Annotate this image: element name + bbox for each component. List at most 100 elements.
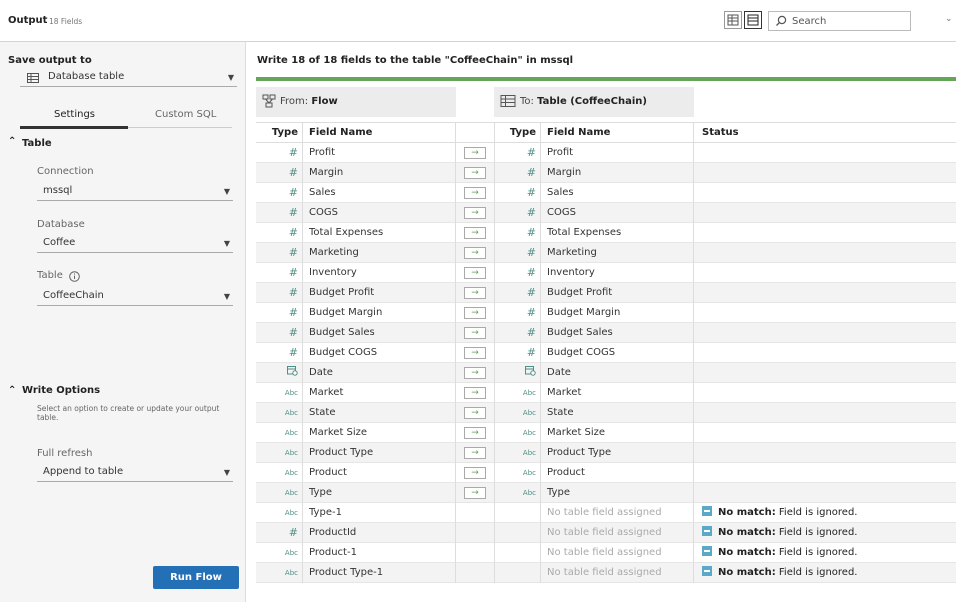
chevron-down-icon[interactable]: ⌄ bbox=[945, 14, 953, 24]
from-field-name[interactable]: Product bbox=[302, 463, 456, 483]
date-icon bbox=[525, 366, 536, 376]
table-row[interactable]: # ProductId No table field assigned No matc… bbox=[256, 523, 956, 543]
table-row[interactable]: Abc Type → Abc Type bbox=[256, 483, 956, 503]
from-field-name[interactable]: ProductId bbox=[302, 523, 456, 543]
unassigned-field[interactable]: No table field assigned bbox=[540, 543, 694, 563]
from-type-cell: Abc bbox=[256, 483, 302, 503]
tab-custom-sql[interactable]: Custom SQL bbox=[155, 109, 216, 120]
to-field-name[interactable]: Market Size bbox=[540, 423, 694, 443]
from-field-name[interactable]: Budget COGS bbox=[302, 343, 456, 363]
from-field-name[interactable]: Budget Profit bbox=[302, 283, 456, 303]
refresh-label: Full refresh bbox=[37, 448, 93, 459]
save-output-label: Save output to bbox=[8, 55, 92, 66]
from-field-name[interactable]: Market Size bbox=[302, 423, 456, 443]
connection-dropdown[interactable]: mssql ▼ bbox=[37, 181, 233, 201]
to-field-name[interactable]: Budget Margin bbox=[540, 303, 694, 323]
mapping-arrow-cell: → bbox=[456, 263, 494, 283]
to-field-name[interactable]: Inventory bbox=[540, 263, 694, 283]
table-row[interactable]: # COGS → # COGS bbox=[256, 203, 956, 223]
from-field-name[interactable]: Marketing bbox=[302, 243, 456, 263]
table-row[interactable]: # Marketing → # Marketing bbox=[256, 243, 956, 263]
table-dropdown[interactable]: CoffeeChain ▼ bbox=[37, 286, 233, 306]
unassigned-field[interactable]: No table field assigned bbox=[540, 523, 694, 543]
no-match-text: Field is ignored. bbox=[778, 527, 858, 538]
no-match-text: Field is ignored. bbox=[778, 567, 858, 578]
table-row[interactable]: Abc Product Type → Abc Product Type bbox=[256, 443, 956, 463]
from-field-name[interactable]: Market bbox=[302, 383, 456, 403]
table-row[interactable]: # Budget Profit → # Budget Profit bbox=[256, 283, 956, 303]
save-output-dropdown[interactable]: Database table ▼ bbox=[20, 67, 237, 87]
table-section-title[interactable]: Table bbox=[22, 138, 52, 149]
grid-view-button[interactable] bbox=[724, 11, 742, 29]
table-row[interactable]: # Budget Margin → # Budget Margin bbox=[256, 303, 956, 323]
table-row[interactable]: # Profit → # Profit bbox=[256, 143, 956, 163]
to-field-name[interactable]: Margin bbox=[540, 163, 694, 183]
mapping-arrow-cell: → bbox=[456, 163, 494, 183]
to-field-name[interactable]: Product bbox=[540, 463, 694, 483]
table-row[interactable]: Abc Type-1 No table field assigned No match… bbox=[256, 503, 956, 523]
table-row[interactable]: Abc Market → Abc Market bbox=[256, 383, 956, 403]
write-mode-dropdown[interactable]: Append to table ▼ bbox=[37, 462, 233, 482]
string-type-icon: Abc bbox=[522, 449, 536, 457]
table-row[interactable]: # Inventory → # Inventory bbox=[256, 263, 956, 283]
collapse-write-options-icon[interactable]: ⌃ bbox=[8, 385, 16, 396]
from-field-name[interactable]: Sales bbox=[302, 183, 456, 203]
to-field-name[interactable]: Total Expenses bbox=[540, 223, 694, 243]
from-field-name[interactable]: Margin bbox=[302, 163, 456, 183]
unassigned-field[interactable]: No table field assigned bbox=[540, 563, 694, 583]
to-field-name[interactable]: Product Type bbox=[540, 443, 694, 463]
from-field-name[interactable]: Budget Sales bbox=[302, 323, 456, 343]
from-type-cell: # bbox=[256, 523, 302, 543]
table-row[interactable]: Abc Product → Abc Product bbox=[256, 463, 956, 483]
mapping-arrow-cell: → bbox=[456, 343, 494, 363]
from-field-name[interactable]: COGS bbox=[302, 203, 456, 223]
run-flow-button[interactable]: Run Flow bbox=[153, 566, 239, 589]
write-options-title[interactable]: Write Options bbox=[22, 385, 100, 396]
from-field-name[interactable]: Type bbox=[302, 483, 456, 503]
table-row[interactable]: # Margin → # Margin bbox=[256, 163, 956, 183]
from-field-name[interactable]: State bbox=[302, 403, 456, 423]
table-row[interactable]: Abc Product-1 No table field assigned No ma… bbox=[256, 543, 956, 563]
table-row[interactable]: Abc Product Type-1 No table field assigned… bbox=[256, 563, 956, 583]
from-field-name[interactable]: Budget Margin bbox=[302, 303, 456, 323]
to-type-cell: Abc bbox=[494, 443, 540, 463]
tab-settings[interactable]: Settings bbox=[54, 109, 95, 120]
from-field-name[interactable]: Inventory bbox=[302, 263, 456, 283]
string-type-icon: Abc bbox=[284, 569, 298, 577]
to-field-name[interactable]: Budget Profit bbox=[540, 283, 694, 303]
database-dropdown[interactable]: Coffee ▼ bbox=[37, 233, 233, 253]
table-row[interactable]: # Sales → # Sales bbox=[256, 183, 956, 203]
unassigned-field[interactable]: No table field assigned bbox=[540, 503, 694, 523]
table-row[interactable]: # Total Expenses → # Total Expenses bbox=[256, 223, 956, 243]
from-field-name[interactable]: Profit bbox=[302, 143, 456, 163]
from-type-cell: # bbox=[256, 183, 302, 203]
to-field-name[interactable]: Type bbox=[540, 483, 694, 503]
to-field-name[interactable]: Budget Sales bbox=[540, 323, 694, 343]
to-field-name[interactable]: Budget COGS bbox=[540, 343, 694, 363]
table-row[interactable]: Abc Market Size → Abc Market Size bbox=[256, 423, 956, 443]
status-cell bbox=[694, 243, 956, 263]
to-field-name[interactable]: COGS bbox=[540, 203, 694, 223]
table-row[interactable]: Abc State → Abc State bbox=[256, 403, 956, 423]
table-row[interactable]: Date → Date bbox=[256, 363, 956, 383]
to-field-name[interactable]: Marketing bbox=[540, 243, 694, 263]
info-icon[interactable] bbox=[69, 271, 80, 282]
table-row[interactable]: # Budget COGS → # Budget COGS bbox=[256, 343, 956, 363]
to-field-name[interactable]: Sales bbox=[540, 183, 694, 203]
to-field-name[interactable]: Market bbox=[540, 383, 694, 403]
list-view-button[interactable] bbox=[744, 11, 762, 29]
from-field-name[interactable]: Product-1 bbox=[302, 543, 456, 563]
number-type-icon: # bbox=[288, 266, 298, 279]
from-field-name[interactable]: Type-1 bbox=[302, 503, 456, 523]
collapse-table-icon[interactable]: ⌃ bbox=[8, 136, 16, 147]
string-type-icon: Abc bbox=[522, 409, 536, 417]
from-field-name[interactable]: Product Type bbox=[302, 443, 456, 463]
from-field-name[interactable]: Date bbox=[302, 363, 456, 383]
to-field-name[interactable]: Profit bbox=[540, 143, 694, 163]
search-input[interactable]: Search bbox=[768, 11, 911, 31]
from-field-name[interactable]: Total Expenses bbox=[302, 223, 456, 243]
to-field-name[interactable]: Date bbox=[540, 363, 694, 383]
to-field-name[interactable]: State bbox=[540, 403, 694, 423]
table-row[interactable]: # Budget Sales → # Budget Sales bbox=[256, 323, 956, 343]
from-field-name[interactable]: Product Type-1 bbox=[302, 563, 456, 583]
